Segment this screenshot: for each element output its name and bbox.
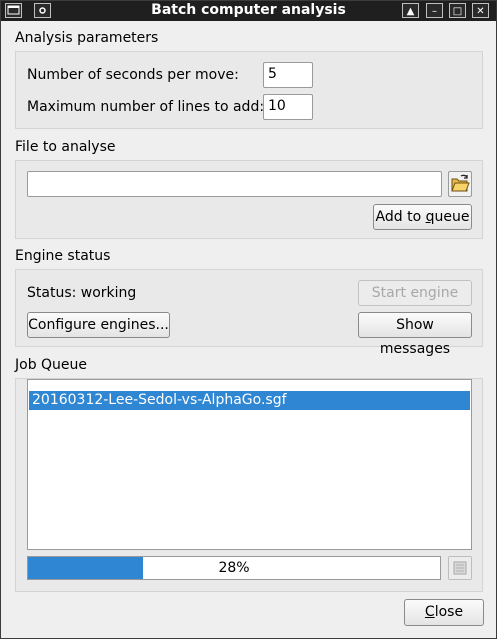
close-button[interactable]: Close — [404, 599, 484, 626]
show-messages-button[interactable]: Show messages — [358, 312, 472, 357]
maximize-icon[interactable]: □ — [449, 3, 466, 18]
job-queue-group: 20160312-Lee-Sedol-vs-AlphaGo.sgf 28% — [15, 378, 483, 592]
engine-status-title: Engine status — [15, 248, 111, 264]
analysis-progress-bar: 28% — [27, 556, 441, 580]
job-queue-title: Job Queue — [15, 357, 88, 373]
analysis-parameters-title: Analysis parameters — [15, 30, 159, 46]
close-button-label: Close — [424, 604, 464, 620]
file-path-input[interactable] — [27, 171, 442, 197]
configure-engines-button[interactable]: Configure engines... — [27, 312, 170, 338]
list-item[interactable]: 20160312-Lee-Sedol-vs-AlphaGo.sgf — [29, 391, 470, 410]
engine-status-text: Status: working — [27, 285, 137, 301]
analysis-parameters-group: Number of seconds per move: 5 Maximum nu… — [15, 51, 483, 129]
add-to-queue-label: Add to queue — [375, 209, 470, 225]
max-lines-label: Maximum number of lines to add: — [27, 99, 265, 115]
stop-job-icon[interactable] — [448, 556, 472, 580]
progress-percent-label: 28% — [218, 560, 250, 576]
batch-analysis-window: Batch computer analysis ▲ – □ ✕ Analysis… — [0, 0, 497, 639]
title-bar[interactable]: Batch computer analysis ▲ – □ ✕ — [1, 1, 496, 21]
engine-status-group: Status: working Start engine Configure e… — [15, 269, 483, 357]
shade-up-icon[interactable]: ▲ — [402, 3, 419, 18]
job-queue-list[interactable]: 20160312-Lee-Sedol-vs-AlphaGo.sgf — [27, 379, 472, 550]
close-window-icon[interactable]: ✕ — [472, 3, 489, 18]
minimize-icon[interactable]: – — [426, 3, 443, 18]
file-to-analyse-group: Add to queue — [15, 160, 483, 239]
seconds-per-move-label: Number of seconds per move: — [27, 67, 239, 83]
open-folder-icon[interactable] — [448, 171, 472, 197]
seconds-per-move-input[interactable]: 5 — [263, 62, 313, 88]
start-engine-button[interactable]: Start engine — [358, 280, 472, 306]
file-to-analyse-title: File to analyse — [15, 139, 116, 155]
max-lines-input[interactable]: 10 — [263, 94, 313, 120]
add-to-queue-button[interactable]: Add to queue — [373, 204, 472, 230]
window-title: Batch computer analysis — [151, 2, 346, 18]
